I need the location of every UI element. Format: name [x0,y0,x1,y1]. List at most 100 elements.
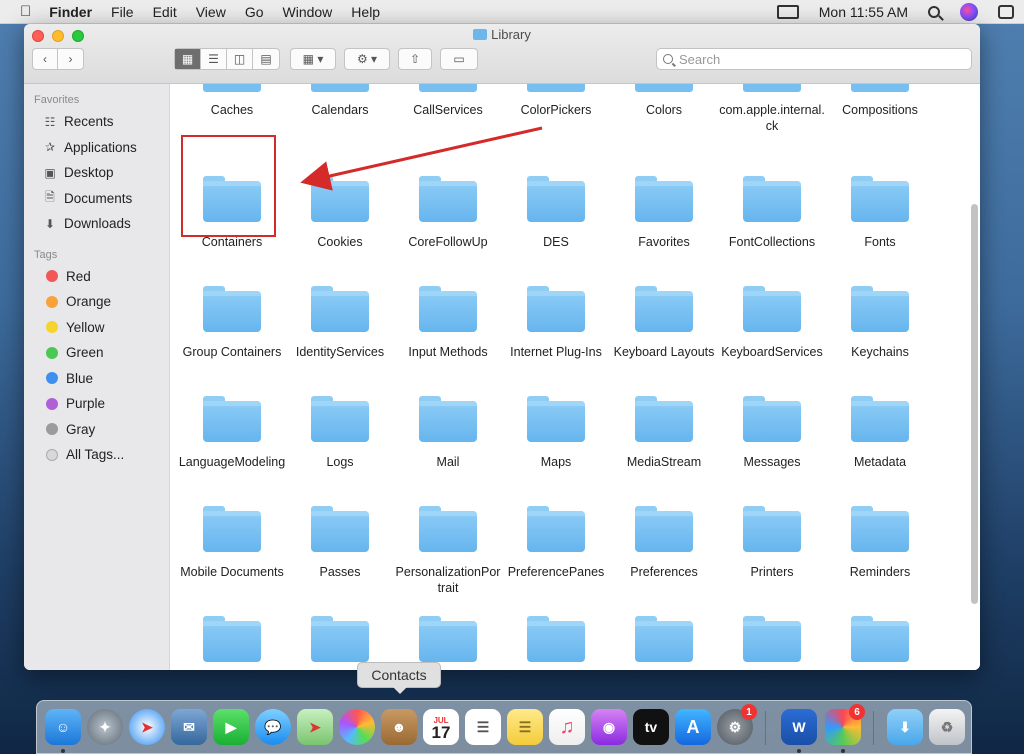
search-field[interactable]: Search [656,48,972,70]
sidebar-tag-alltags[interactable]: All Tags... [24,442,169,468]
sidebar-item-downloads[interactable]: ⬇ Downloads [24,211,169,237]
microsoft-office-icon[interactable]: 6 [825,704,865,745]
folder-item[interactable]: Safari [178,616,286,670]
back-button[interactable]: ‹ [33,49,59,69]
folder-item[interactable]: Preferences [610,506,718,580]
gallery-view-button[interactable]: ▤ [253,49,279,69]
calendar-icon[interactable]: JUL 17 [423,709,459,745]
sidebar-tag-yellow[interactable]: Yellow [24,315,169,341]
finder-dock-icon[interactable]: ☺ [45,709,81,745]
podcasts-icon[interactable]: ◉ [591,709,627,745]
tv-icon[interactable]: tv [633,709,669,745]
sidebar-item-applications[interactable]: ✰ Applications [24,135,169,161]
sidebar-tag-green[interactable]: Green [24,340,169,366]
group-by-button[interactable]: ▦ ▾ [290,48,336,70]
messages-icon[interactable]: 💬 [255,709,291,745]
sidebar-tag-red[interactable]: Red [24,264,169,290]
sidebar-tag-gray[interactable]: Gray [24,417,169,443]
word-icon[interactable]: W [781,709,817,745]
folder-item[interactable]: CoreFollowUp [394,176,502,250]
folder-item[interactable]: Cookies [286,176,394,250]
sidebar-item-recents[interactable]: ☷ Recents [24,109,169,135]
music-icon[interactable]: ♫ [549,709,585,745]
apple-menu-icon[interactable]:  [20,3,31,20]
menu-file[interactable]: File [111,4,134,20]
folder-item[interactable]: FontCollections [718,176,826,250]
folder-item[interactable]: IdentityServices [286,286,394,360]
folder-item[interactable]: Input Methods [394,286,502,360]
folder-name: ColorPickers [520,103,592,117]
menu-finder[interactable]: Finder [49,4,92,20]
safari-icon[interactable]: ➤ [129,709,165,745]
system-preferences-icon[interactable]: ⚙ 1 [717,704,757,745]
folder-item[interactable]: Keychains [826,286,934,360]
folder-item[interactable]: Compositions [826,84,934,118]
contacts-icon[interactable]: ☻ [381,709,417,745]
folder-grid: Caches Calendars CallServices ColorPickers C… [170,84,980,670]
menu-window[interactable]: Window [283,4,333,20]
launchpad-icon[interactable]: ✦ [87,709,123,745]
icon-view-button[interactable]: ▦ [175,49,201,69]
menu-help[interactable]: Help [351,4,380,20]
folder-item[interactable]: Sounds [826,616,934,670]
folder-item[interactable]: LanguageModeling [178,396,286,470]
folder-item[interactable]: Metadata [826,396,934,470]
siri-icon[interactable] [960,2,978,21]
folder-item[interactable]: Mobile Documents [178,506,286,580]
folder-item[interactable]: KeyboardServices [718,286,826,360]
folder-item[interactable]: Mail [394,396,502,470]
sidebar-item-documents[interactable]: 🗎 Documents [24,186,169,212]
folder-item[interactable]: Group Containers [178,286,286,360]
folder-item[interactable]: Keyboard Layouts [610,286,718,360]
folder-item[interactable]: Caches [178,84,286,118]
tags-button[interactable]: ▭ [440,48,478,70]
vertical-scrollbar[interactable] [971,204,978,604]
spotlight-icon[interactable] [928,5,940,18]
folder-item[interactable]: Internet Plug-Ins [502,286,610,360]
folder-item[interactable]: Colors [610,84,718,118]
facetime-icon[interactable]: ▶ [213,709,249,745]
folder-item[interactable]: Calendars [286,84,394,118]
folder-item[interactable]: Screen Savers [502,616,610,670]
folder-item[interactable]: PreferencePanes [502,506,610,580]
folder-item[interactable]: Reminders [826,506,934,580]
folder-item[interactable]: Maps [502,396,610,470]
folder-item[interactable]: Printers [718,506,826,580]
folder-item[interactable]: CallServices [394,84,502,118]
folder-item[interactable]: Messages [718,396,826,470]
list-view-button[interactable]: ☰ [201,49,227,69]
downloads-stack-icon[interactable]: ⬇ [887,709,923,745]
folder-item[interactable]: DES [502,176,610,250]
folder-item[interactable]: PersonalizationPortrait [394,506,502,596]
folder-item[interactable]: Passes [286,506,394,580]
maps-icon[interactable]: ➤ [297,709,333,745]
action-gear-button[interactable]: ⚙ ▾ [344,48,390,70]
share-button[interactable]: ⇧ [398,48,432,70]
menu-edit[interactable]: Edit [153,4,177,20]
folder-item[interactable]: ColorPickers [502,84,610,118]
folder-item[interactable]: Sharing [718,616,826,670]
folder-item[interactable]: com.apple.internal.ck [718,84,826,134]
reminders-icon[interactable]: ☰ [465,709,501,745]
sidebar-tag-orange[interactable]: Orange [24,289,169,315]
folder-item[interactable]: Fonts [826,176,934,250]
photos-icon[interactable] [339,709,375,745]
menu-view[interactable]: View [196,4,226,20]
mail-stamp-icon[interactable]: ✉ [171,709,207,745]
column-view-button[interactable]: ◫ [227,49,253,69]
notes-icon[interactable]: ☰ [507,709,543,745]
forward-button[interactable]: › [58,49,83,69]
folder-item[interactable]: Favorites [610,176,718,250]
folder-item[interactable]: Logs [286,396,394,470]
menubar-clock[interactable]: Mon 11:55 AM [819,4,908,20]
airplay-icon[interactable] [776,4,799,19]
folder-item[interactable]: MediaStream [610,396,718,470]
trash-icon[interactable]: ♻ [929,709,965,745]
menu-go[interactable]: Go [245,4,264,20]
app-store-icon[interactable]: A [675,709,711,745]
sidebar-tag-blue[interactable]: Blue [24,366,169,392]
control-center-icon[interactable] [998,4,1014,19]
sidebar-item-desktop[interactable]: ▣ Desktop [24,160,169,186]
folder-item[interactable]: Services [610,616,718,670]
sidebar-tag-purple[interactable]: Purple [24,391,169,417]
